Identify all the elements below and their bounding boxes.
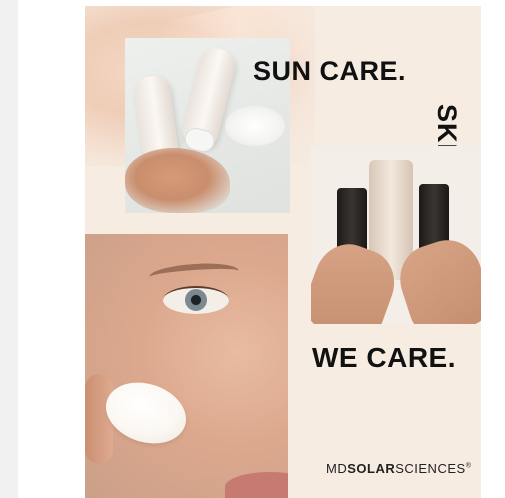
lips [225, 472, 288, 498]
brand-logo: MDSOLARSCIENCES® [326, 461, 471, 476]
brand-part-sciences: SCIENCES [395, 461, 466, 476]
skin-care-product-photo [311, 146, 481, 324]
eyebrow [148, 260, 240, 288]
registered-mark: ® [465, 462, 472, 470]
sun-care-poster: SUN CARE. SKIN CARE. WE CARE. MDSOLARSCI… [85, 6, 481, 498]
brand-part-solar: SOLAR [347, 461, 396, 476]
headline-we-care: WE CARE. [312, 342, 456, 373]
balm-swatch [225, 106, 285, 146]
brand-part-md: MD [326, 461, 348, 476]
face-photo [85, 234, 288, 498]
headline-sun-care: SUN CARE. [253, 56, 407, 86]
page-frame: SUN CARE. SKIN CARE. WE CARE. MDSOLARSCI… [18, 0, 505, 498]
powder-swatch [125, 148, 230, 213]
eye [163, 286, 229, 314]
